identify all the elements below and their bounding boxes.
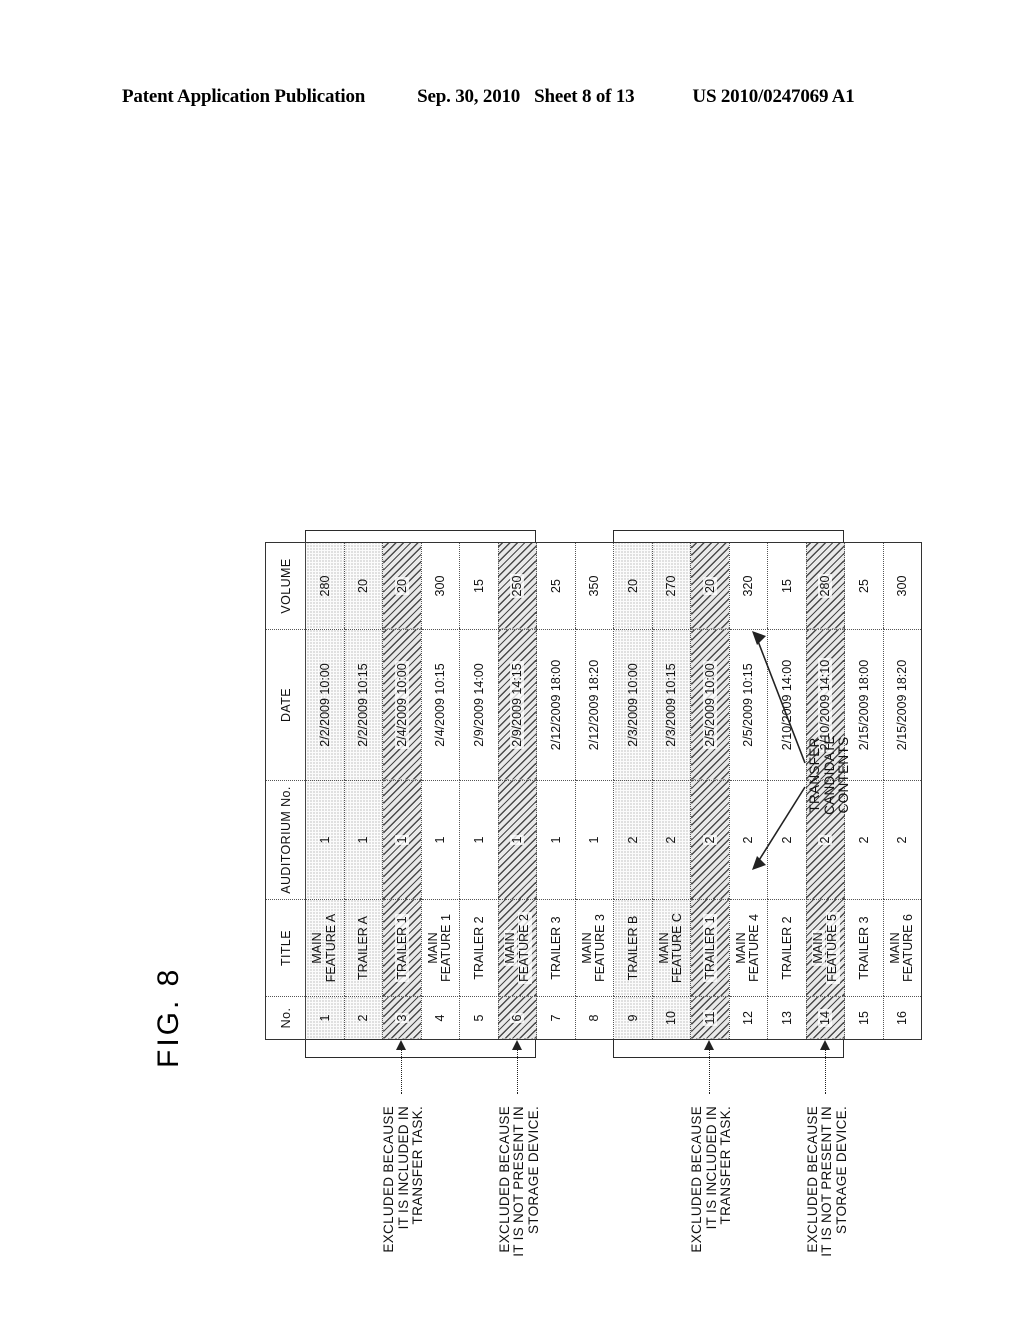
callout-1-line-1: EXCLUDED BECAUSE <box>381 1106 397 1253</box>
transfer-candidate-arrows <box>752 631 806 870</box>
tcc-line-1: TRANSFER <box>807 737 822 813</box>
cell-auditorium: 2 <box>883 780 922 900</box>
callout-3-line-3: TRANSFER TASK. <box>718 1106 734 1225</box>
tcc-line-2: CANDIDATE <box>821 735 837 815</box>
callout-1-line-3: TRANSFER TASK. <box>410 1106 426 1225</box>
transfer-candidate-contents-label: TRANSFER CANDIDATE CONTENTS <box>807 715 852 835</box>
callout-2-line-3: STORAGE DEVICE. <box>526 1106 542 1235</box>
callout-4-line-2: IT IS NOT PRESENT IN <box>819 1106 835 1257</box>
callout-4-line-3: STORAGE DEVICE. <box>834 1106 850 1235</box>
cell-no: 16 <box>883 996 922 1040</box>
callout-2: EXCLUDED BECAUSE IT IS NOT PRESENT IN STOR… <box>496 1106 542 1257</box>
cell-date: 2/15/2009 18:20 <box>883 629 922 781</box>
figure-8-drawing: EXCLUDED BECAUSE IT IS INCLUDED IN TRANSFE… <box>160 390 922 1257</box>
callout-3-line-2: IT IS INCLUDED IN <box>703 1106 719 1230</box>
callout-3-line-1: EXCLUDED BECAUSE <box>689 1106 705 1253</box>
callout-3: EXCLUDED BECAUSE IT IS INCLUDED IN TRANSFE… <box>689 1106 734 1253</box>
cell-title: MAIN FEATURE 6 <box>883 899 922 997</box>
sheet-number: Sheet 8 of 13 <box>534 86 635 107</box>
bracket-top-group-auditorium-2 <box>613 1040 844 1058</box>
cell-volume: 300 <box>883 542 922 630</box>
callout-2-line-1: EXCLUDED BECAUSE <box>496 1106 512 1253</box>
document-number: US 2010/0247069 A1 <box>692 86 855 107</box>
table-row: 16 MAIN FEATURE 6 2 2/15/2009 18:20 300 <box>883 542 922 1040</box>
callout-4: EXCLUDED BECAUSE IT IS NOT PRESENT IN STOR… <box>804 1106 850 1257</box>
publication-date: Sep. 30, 2010 <box>417 86 521 107</box>
callout-1-line-2: IT IS INCLUDED IN <box>395 1106 411 1230</box>
callout-2-line-2: IT IS NOT PRESENT IN <box>511 1106 527 1257</box>
callout-4-line-1: EXCLUDED BECAUSE <box>804 1106 820 1253</box>
patent-header: Patent Application Publication Sep. 30, … <box>122 86 902 108</box>
publication-title: Patent Application Publication <box>122 86 366 107</box>
tcc-line-3: CONTENTS <box>836 736 852 814</box>
callout-1: EXCLUDED BECAUSE IT IS INCLUDED IN TRANSFE… <box>381 1106 426 1253</box>
bracket-top-group-auditorium-1 <box>305 1040 536 1058</box>
